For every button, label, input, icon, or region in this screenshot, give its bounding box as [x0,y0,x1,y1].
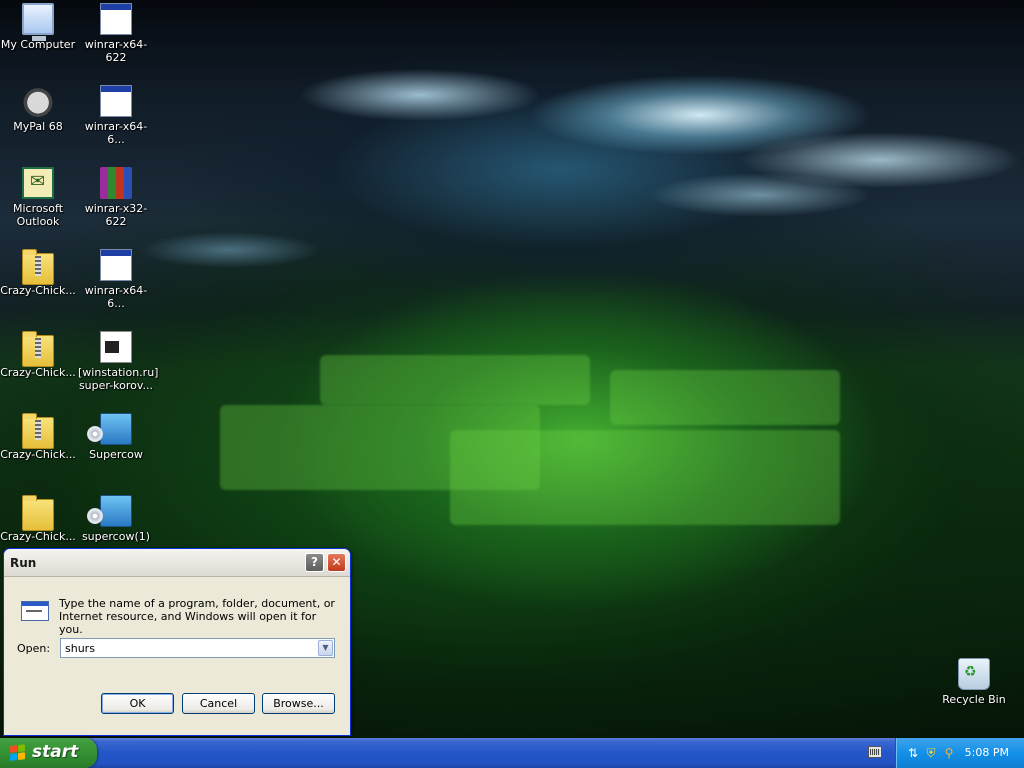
browse-button[interactable]: Browse... [262,693,335,714]
desktop-icon-label: winrar-x64-6... [84,120,148,146]
outlook-icon [22,167,54,199]
desktop-icon-supercow[interactable]: Supercow [78,413,154,461]
desktop-icon-outlook[interactable]: Microsoft Outlook [0,167,76,228]
desktop-icon-winrar-x64-6-b[interactable]: winrar-x64-6... [78,249,154,310]
wallpaper-logo-pane [320,355,590,405]
desktop-icon-label: Crazy-Chick... [0,366,76,379]
desktop-icon-label: supercow(1) [81,530,151,543]
desktop-icon-crazy-chicken-2[interactable]: Crazy-Chick... [0,331,76,379]
start-label: start [32,742,79,762]
my-computer-icon [22,3,54,41]
open-label: Open: [17,642,51,655]
start-button[interactable]: start [0,738,97,768]
folder-icon [22,495,54,531]
desktop-icon-label: Recycle Bin [942,693,1006,706]
zip-folder-icon [22,331,54,367]
desktop-icon-supercow-1[interactable]: supercow(1) [78,495,154,543]
taskbar[interactable]: start ⇅ ⛨ ⚲ 5:08 PM [0,738,1024,768]
open-input[interactable] [61,639,320,657]
wallpaper-logo-pane [450,430,840,525]
desktop-icon-label: winrar-x32-622 [84,202,148,228]
desktop-icon-crazy-chicken-3[interactable]: Crazy-Chick... [0,413,76,461]
run-program-icon [17,599,51,623]
run-dialog-titlebar[interactable]: Run ? ✕ [4,549,350,577]
clock[interactable]: 5:08 PM [965,746,1009,759]
run-dialog-description: Type the name of a program, folder, docu… [59,597,335,636]
desktop-icon-winrar-x32-622[interactable]: winrar-x32-622 [78,167,154,228]
desktop-icon-label: Crazy-Chick... [0,530,76,543]
application-window-icon [100,3,132,35]
application-window-icon [100,85,132,117]
application-window-icon [100,249,132,281]
setup-installer-icon [87,495,132,527]
desktop-icon-label: Microsoft Outlook [12,202,64,228]
desktop-icon-label: [winstation.ru] super-korov... [78,366,159,392]
wallpaper-logo-pane [610,370,840,425]
windows-logo-icon [10,744,26,762]
desktop-icon-label: MyPal 68 [13,120,63,133]
recycle-bin-icon [958,658,990,690]
setup-installer-icon [87,413,132,445]
ok-button[interactable]: OK [101,693,174,714]
open-combobox[interactable]: ▼ [60,638,335,658]
desktop-icon-label: winrar-x64-6... [84,284,148,310]
desktop-icon-label: Crazy-Chick... [0,448,76,461]
desktop-icon-my-computer[interactable]: My Computer [0,3,76,51]
cancel-button[interactable]: Cancel [182,693,255,714]
desktop-icon-mypal[interactable]: MyPal 68 [0,85,76,133]
network-icon[interactable]: ⇅ [906,746,920,760]
winrar-archive-icon [100,167,132,199]
keyboard-icon[interactable] [868,746,882,758]
desktop[interactable]: My Computer MyPal 68 Microsoft Outlook C… [0,0,1024,738]
help-button[interactable]: ? [305,553,324,572]
run-dialog-title: Run [10,556,37,570]
chevron-down-icon[interactable]: ▼ [318,640,333,656]
mypal-browser-icon [22,85,54,117]
desktop-icon-label: Supercow [89,448,143,461]
close-button[interactable]: ✕ [327,553,346,572]
zip-folder-icon [22,413,54,449]
desktop-icon-crazy-chicken-4[interactable]: Crazy-Chick... [0,495,76,543]
run-dialog[interactable]: Run ? ✕ Type the name of a program, fold… [3,548,351,736]
desktop-icon-label: winrar-x64-622 [84,38,148,64]
desktop-icon-winrar-x64-6-a[interactable]: winrar-x64-6... [78,85,154,146]
desktop-icon-winrar-x64-622[interactable]: winrar-x64-622 [78,3,154,64]
zip-folder-icon [22,249,54,285]
document-icon [100,331,132,363]
desktop-icon-crazy-chicken-1[interactable]: Crazy-Chick... [0,249,76,297]
desktop-icon-super-korova[interactable]: [winstation.ru] super-korov... [78,331,159,392]
security-shield-icon[interactable]: ⛨ [924,746,938,760]
desktop-icon-label: Crazy-Chick... [0,284,76,297]
search-icon[interactable]: ⚲ [942,746,956,760]
system-tray: ⇅ ⛨ ⚲ 5:08 PM [895,738,1024,768]
desktop-icon-recycle-bin[interactable]: Recycle Bin [936,658,1012,706]
